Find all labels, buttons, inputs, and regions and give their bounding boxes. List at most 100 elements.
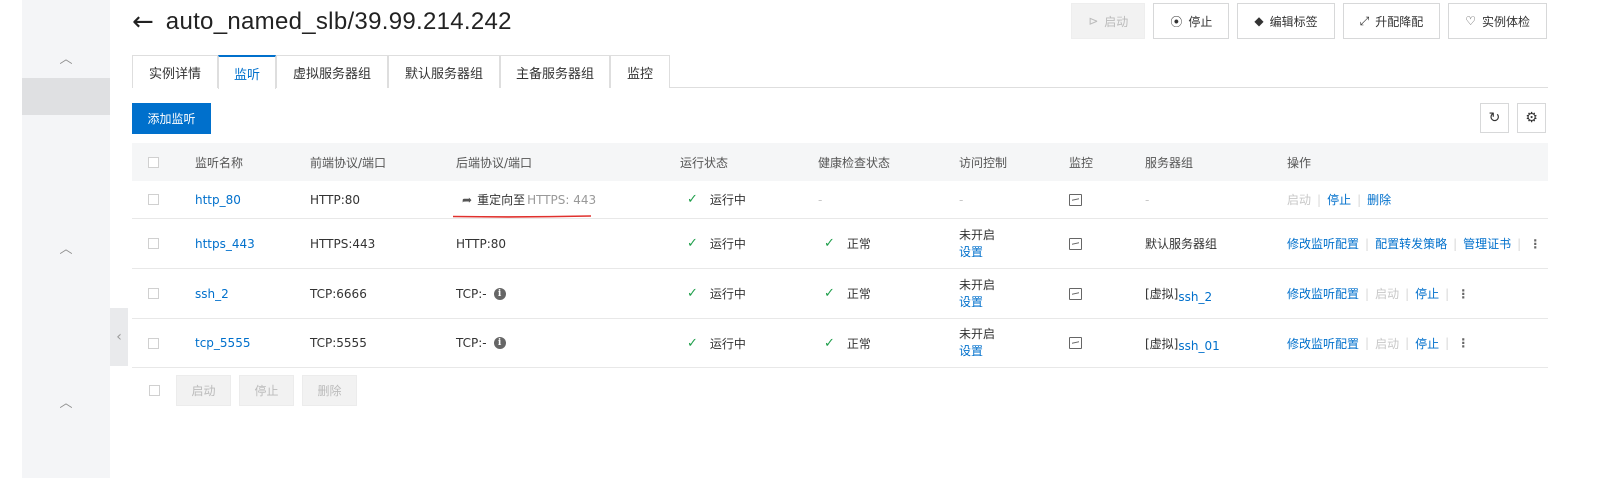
table-row: ssh_2 TCP:6666 TCP:- i ✓ 运行中 ✓ 正常 未开启 设置…	[132, 269, 1548, 319]
gear-icon[interactable]: ⚙	[1517, 103, 1546, 133]
acl-settings-link[interactable]: 设置	[959, 294, 983, 311]
table-row: https_443 HTTPS:443 HTTP:80 ✓ 运行中 ✓ 正常 未…	[132, 219, 1548, 269]
acl-status: 未开启	[959, 277, 996, 292]
bulk-select-checkbox[interactable]	[149, 384, 160, 396]
run-status-text: 运行中	[709, 237, 746, 251]
listener-name-link[interactable]: https_443	[195, 219, 255, 268]
tab-monitoring[interactable]: 监控	[610, 55, 670, 88]
check-icon: ✓	[824, 236, 835, 251]
tab-default-server-group[interactable]: 默认服务器组	[388, 55, 500, 88]
acl-settings-link[interactable]: 设置	[959, 244, 983, 261]
play-circle-icon: ⊳	[1088, 14, 1099, 28]
op-edit-listener-link[interactable]: 修改监听配置	[1287, 285, 1359, 302]
more-vertical-icon[interactable]: ⋮	[1457, 287, 1469, 301]
frontend-port: HTTP:80	[310, 192, 361, 207]
access-control: 未开启 设置	[959, 319, 995, 367]
more-vertical-icon[interactable]: ⋮	[1529, 237, 1541, 251]
refresh-icon[interactable]: ↻	[1480, 103, 1509, 133]
info-icon[interactable]: i	[493, 337, 506, 349]
op-delete-link[interactable]: 删除	[1367, 191, 1391, 208]
bulk-delete-button[interactable]: 删除	[302, 374, 357, 406]
resize-button[interactable]: ⤢ 升配降配	[1342, 3, 1441, 39]
backend-redirect: ➦ 重定向至 HTTPS: 443	[462, 181, 596, 218]
op-stop-link[interactable]: 停止	[1415, 285, 1439, 302]
health-status: ✓ 正常	[824, 269, 871, 318]
frontend-port: TCP:6666	[310, 286, 367, 301]
server-group-link[interactable]: ssh_2	[1178, 290, 1212, 304]
health-status-text: 正常	[846, 237, 871, 251]
row-checkbox[interactable]	[148, 238, 159, 249]
op-start-link[interactable]: 启动	[1375, 335, 1399, 352]
health-check-button[interactable]: ♡ 实例体检	[1448, 3, 1547, 39]
monitor-chart-icon[interactable]	[1069, 337, 1082, 349]
edit-tags-label: 编辑标签	[1269, 14, 1318, 29]
monitor-chart-icon[interactable]	[1069, 193, 1082, 206]
row-checkbox[interactable]	[148, 194, 159, 205]
tab-master-slave-group[interactable]: 主备服务器组	[500, 55, 610, 88]
chevron-up-icon[interactable]: ︿	[22, 392, 110, 411]
run-status: ✓ 运行中	[687, 181, 746, 218]
col-actions: 操作	[1287, 155, 1312, 170]
run-status: ✓ 运行中	[687, 219, 746, 268]
run-status: ✓ 运行中	[687, 269, 746, 318]
row-checkbox[interactable]	[148, 288, 159, 299]
tab-vserver-groups[interactable]: 虚拟服务器组	[276, 55, 388, 88]
op-forwarding-rules-link[interactable]: 配置转发策略	[1375, 235, 1447, 252]
monitor-chart-icon[interactable]	[1069, 237, 1082, 250]
health-status-text: 正常	[846, 287, 871, 301]
row-checkbox[interactable]	[148, 337, 159, 349]
resize-icon: ⤢	[1359, 13, 1370, 28]
chevron-up-icon[interactable]: ︿	[22, 48, 110, 67]
tab-instance-details[interactable]: 实例详情	[132, 55, 218, 88]
acl-settings-link[interactable]: 设置	[959, 343, 983, 360]
access-control: 未开启 设置	[959, 269, 995, 318]
add-listener-button[interactable]: 添加监听	[132, 103, 211, 134]
check-icon: ✓	[687, 286, 698, 301]
listener-name-link[interactable]: tcp_5555	[195, 319, 250, 367]
server-group-link[interactable]: ssh_01	[1178, 339, 1219, 353]
redirect-prefix: 重定向至	[477, 193, 526, 207]
monitor-chart-icon[interactable]	[1069, 287, 1082, 300]
more-vertical-icon[interactable]: ⋮	[1457, 336, 1469, 350]
run-status-text: 运行中	[709, 193, 746, 207]
col-listener-name: 监听名称	[195, 155, 244, 170]
op-stop-link[interactable]: 停止	[1415, 335, 1439, 352]
listener-name-link[interactable]: ssh_2	[195, 269, 229, 318]
row-actions: 修改监听配置 | 配置转发策略 | 管理证书 | ⋮	[1287, 235, 1542, 252]
tag-icon: ◆	[1254, 14, 1264, 28]
chevron-up-icon[interactable]: ︿	[22, 238, 110, 257]
health-status: ✓ 正常	[824, 219, 871, 268]
table-row: tcp_5555 TCP:5555 TCP:- i ✓ 运行中 ✓ 正常 未开启…	[132, 319, 1548, 368]
sidebar-selected-item[interactable]	[22, 78, 110, 115]
op-start-link[interactable]: 启动	[1287, 191, 1311, 208]
info-icon[interactable]: i	[493, 287, 506, 300]
health-check-label: 实例体检	[1481, 14, 1530, 29]
op-edit-listener-link[interactable]: 修改监听配置	[1287, 335, 1359, 352]
left-sidebar: ︿ ︿ ︿	[22, 0, 110, 478]
col-status: 运行状态	[680, 155, 729, 170]
listener-name-link[interactable]: http_80	[195, 181, 241, 218]
backend-port-text: TCP:-	[456, 336, 487, 350]
stop-button[interactable]: ⦿ 停止	[1153, 3, 1230, 39]
row-actions: 启动 | 停止 | 删除	[1287, 191, 1392, 208]
op-start-link[interactable]: 启动	[1375, 285, 1399, 302]
op-edit-listener-link[interactable]: 修改监听配置	[1287, 235, 1359, 252]
bulk-start-button[interactable]: 启动	[176, 374, 231, 406]
acl-status: 未开启	[959, 227, 996, 242]
server-group-prefix: [虚拟]	[1145, 336, 1179, 351]
edit-tags-button[interactable]: ◆ 编辑标签	[1237, 3, 1335, 39]
health-status-text: 正常	[846, 336, 871, 351]
select-all-checkbox[interactable]	[148, 156, 159, 168]
collapse-sidebar-chevron-left-icon[interactable]: ‹	[110, 308, 128, 366]
check-icon: ✓	[824, 335, 835, 351]
access-control: 未开启 设置	[959, 219, 995, 268]
op-manage-cert-link[interactable]: 管理证书	[1463, 235, 1511, 252]
bulk-stop-button[interactable]: 停止	[239, 374, 294, 406]
op-stop-link[interactable]: 停止	[1327, 191, 1351, 208]
check-icon: ✓	[824, 286, 835, 301]
start-button[interactable]: ⊳ 启动	[1071, 3, 1146, 39]
tab-listeners[interactable]: 监听	[218, 55, 276, 89]
arrow-left-icon[interactable]: ←	[132, 9, 154, 35]
col-frontend: 前端协议/端口	[310, 155, 387, 170]
health-status: ✓ 正常	[824, 319, 871, 367]
